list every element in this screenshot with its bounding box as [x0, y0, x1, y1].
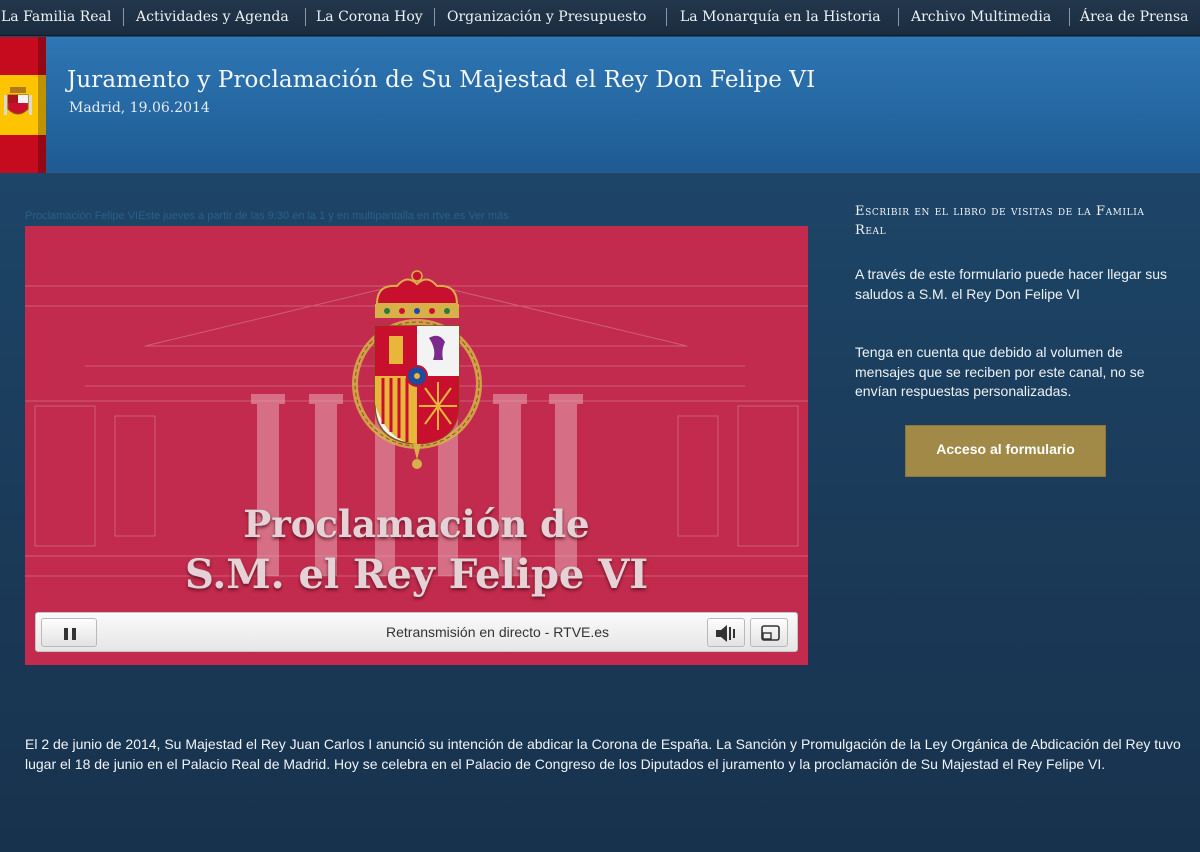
video-controls-bar: Retransmisión en directo - RTVE.es — [35, 612, 798, 652]
nav-item-area-prensa[interactable]: Área de Prensa — [1080, 9, 1189, 25]
nav-item-familia-real[interactable]: La Familia Real — [1, 9, 111, 25]
royal-coat-of-arms-icon — [352, 270, 482, 469]
nav-item-corona-hoy[interactable]: La Corona Hoy — [316, 9, 423, 25]
nav-separator — [305, 8, 306, 26]
video-title-line-1: Proclamación de — [243, 502, 590, 546]
nav-item-archivo-multimedia[interactable]: Archivo Multimedia — [911, 9, 1051, 25]
nav-item-organizacion[interactable]: Organización y Presupuesto — [447, 9, 646, 25]
video-player[interactable]: Proclamación de S.M. el Rey Felipe VI Re… — [25, 226, 808, 665]
page-title: Juramento y Proclamación de Su Majestad … — [67, 67, 816, 93]
nav-separator — [666, 8, 667, 26]
nav-item-actividades[interactable]: Actividades y Agenda — [136, 9, 289, 25]
pause-button[interactable] — [41, 618, 97, 647]
guestbook-notice: Tenga en cuenta que debido al volumen de… — [855, 344, 1145, 399]
live-broadcast-label: Retransmisión en directo - RTVE.es — [386, 624, 610, 640]
guestbook-title: Escribir en el libro de visitas de la Fa… — [855, 204, 1145, 238]
fullscreen-icon — [761, 625, 780, 641]
article-body-text: El 2 de junio de 2014, Su Majestad el Re… — [25, 736, 1181, 772]
page-date: Madrid, 19.06.2014 — [69, 100, 210, 116]
volume-icon — [716, 625, 735, 642]
volume-button[interactable] — [707, 618, 745, 647]
news-ticker[interactable]: Proclamación Felipe VIEste jueves a part… — [25, 210, 509, 222]
flag-coat-of-arms-icon — [4, 87, 32, 115]
guestbook-description: A través de este formulario puede hacer … — [855, 266, 1168, 302]
video-title-line-2: S.M. el Rey Felipe VI — [184, 551, 649, 598]
nav-item-monarquia-historia[interactable]: La Monarquía en la Historia — [680, 9, 881, 25]
fullscreen-button[interactable] — [750, 618, 788, 647]
spanish-flag-icon — [0, 37, 46, 173]
nav-separator — [1069, 8, 1070, 26]
nav-separator — [434, 8, 435, 26]
top-navigation: La Familia Real Actividades y Agenda La … — [0, 0, 1200, 36]
nav-separator — [123, 8, 124, 26]
access-form-button[interactable]: Acceso al formulario — [905, 425, 1106, 477]
nav-separator — [898, 8, 899, 26]
page-header: Juramento y Proclamación de Su Majestad … — [0, 37, 1200, 173]
